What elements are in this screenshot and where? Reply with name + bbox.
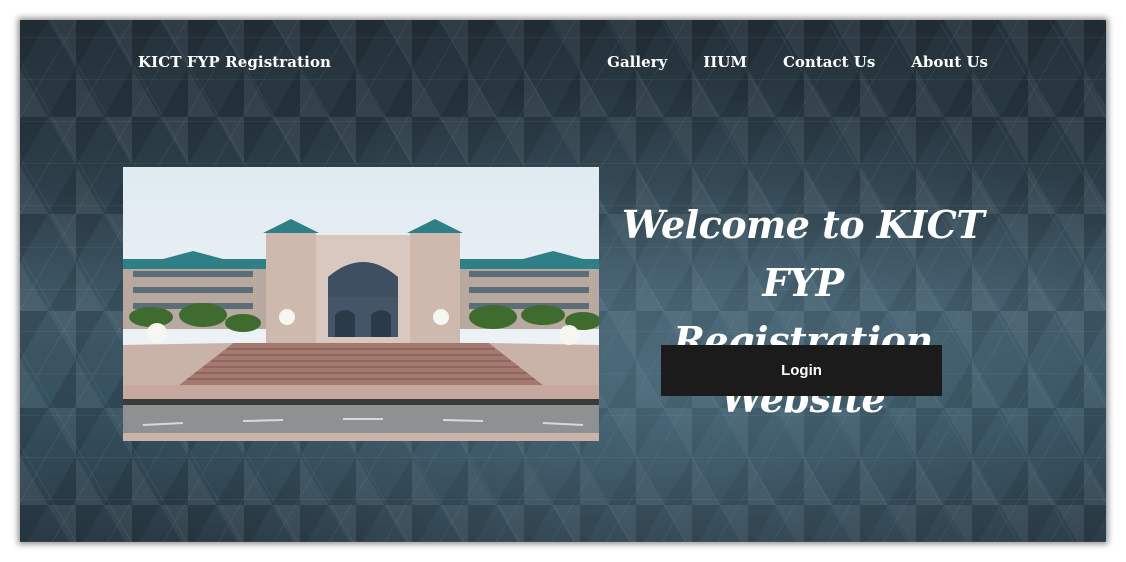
nav-iium[interactable]: IIUM	[703, 53, 747, 71]
nav-gallery[interactable]: Gallery	[607, 53, 667, 71]
nav-about-us[interactable]: About Us	[911, 53, 988, 71]
page-frame: KICT FYP Registration Gallery IIUM Conta…	[20, 20, 1106, 542]
building-photo	[123, 167, 599, 441]
login-button[interactable]: Login	[661, 345, 942, 396]
welcome-line-1: Welcome to KICT FYP	[621, 202, 985, 305]
nav-contact-us[interactable]: Contact Us	[783, 53, 875, 71]
top-nav: Gallery IIUM Contact Us About Us	[607, 53, 988, 71]
site-brand[interactable]: KICT FYP Registration	[138, 53, 331, 71]
